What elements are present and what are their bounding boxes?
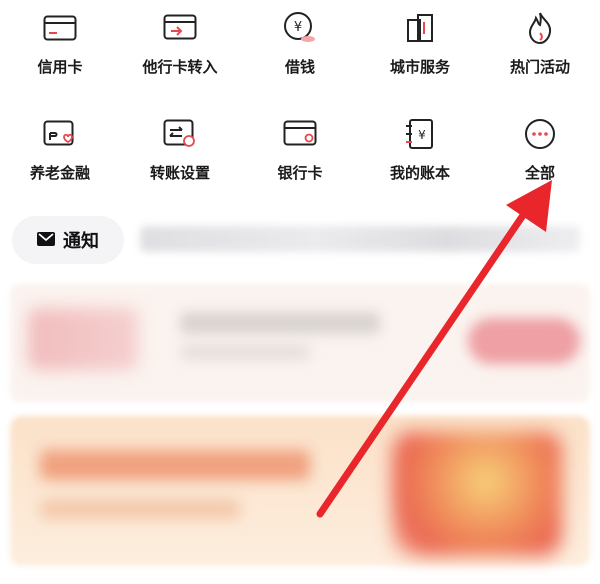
card-transfer-in-icon <box>160 8 200 48</box>
shortcut-all[interactable]: 全部 <box>480 104 600 194</box>
shortcut-hot-events[interactable]: 热门活动 <box>480 0 600 90</box>
svg-text:¥: ¥ <box>294 20 302 35</box>
shortcut-city-services[interactable]: 城市服务 <box>360 0 480 90</box>
promo-card-title-blurred <box>180 312 380 334</box>
shortcut-card-transfer-in[interactable]: 他行卡转入 <box>120 0 240 90</box>
ledger-icon: ¥ <box>400 114 440 154</box>
shortcut-label: 养老金融 <box>29 164 90 182</box>
credit-card-icon <box>40 8 80 48</box>
shortcut-label: 我的账本 <box>389 164 450 182</box>
promo-card-button-blurred[interactable] <box>468 318 580 364</box>
shortcut-label: 他行卡转入 <box>142 58 218 76</box>
shortcut-label: 全部 <box>524 164 555 182</box>
more-dots-icon <box>520 114 560 154</box>
shortcut-label: 银行卡 <box>277 164 323 182</box>
city-buildings-icon <box>400 8 440 48</box>
flame-icon <box>520 8 560 48</box>
promo-banner-subtitle-blurred <box>40 500 240 518</box>
transfer-settings-icon <box>160 114 200 154</box>
shortcut-label: 信用卡 <box>37 58 83 76</box>
shortcut-pension-finance[interactable]: 养老金融 <box>0 104 120 194</box>
notice-button[interactable]: 通知 <box>12 216 124 264</box>
promo-banner-image-blurred <box>392 432 562 556</box>
promo-banner-title-blurred <box>40 450 310 480</box>
shortcut-row-1: 信用卡 他行卡转入 ¥ 借钱 城市服务 热门活动 <box>0 0 600 90</box>
pension-card-icon <box>40 114 80 154</box>
shortcut-label: 转账设置 <box>149 164 210 182</box>
shortcut-bank-card[interactable]: 银行卡 <box>240 104 360 194</box>
shortcut-transfer-settings[interactable]: 转账设置 <box>120 104 240 194</box>
promo-card-subtitle-blurred <box>180 344 310 360</box>
svg-text:¥: ¥ <box>418 128 426 142</box>
shortcut-label: 城市服务 <box>389 58 450 76</box>
shortcut-my-ledger[interactable]: ¥ 我的账本 <box>360 104 480 194</box>
shortcut-row-2: 养老金融 转账设置 银行卡 ¥ 我的账本 全部 <box>0 104 600 194</box>
envelope-icon <box>37 231 55 250</box>
shortcut-label: 借钱 <box>284 58 315 76</box>
bank-card-icon <box>280 114 320 154</box>
shortcut-borrow[interactable]: ¥ 借钱 <box>240 0 360 90</box>
notice-label: 通知 <box>63 231 99 252</box>
promo-card-rate-blurred <box>28 308 138 370</box>
yuan-coin-icon: ¥ <box>280 8 320 48</box>
shortcut-label: 热门活动 <box>509 58 570 76</box>
notice-ticker-blurred[interactable] <box>140 226 580 252</box>
shortcut-credit-card[interactable]: 信用卡 <box>0 0 120 90</box>
